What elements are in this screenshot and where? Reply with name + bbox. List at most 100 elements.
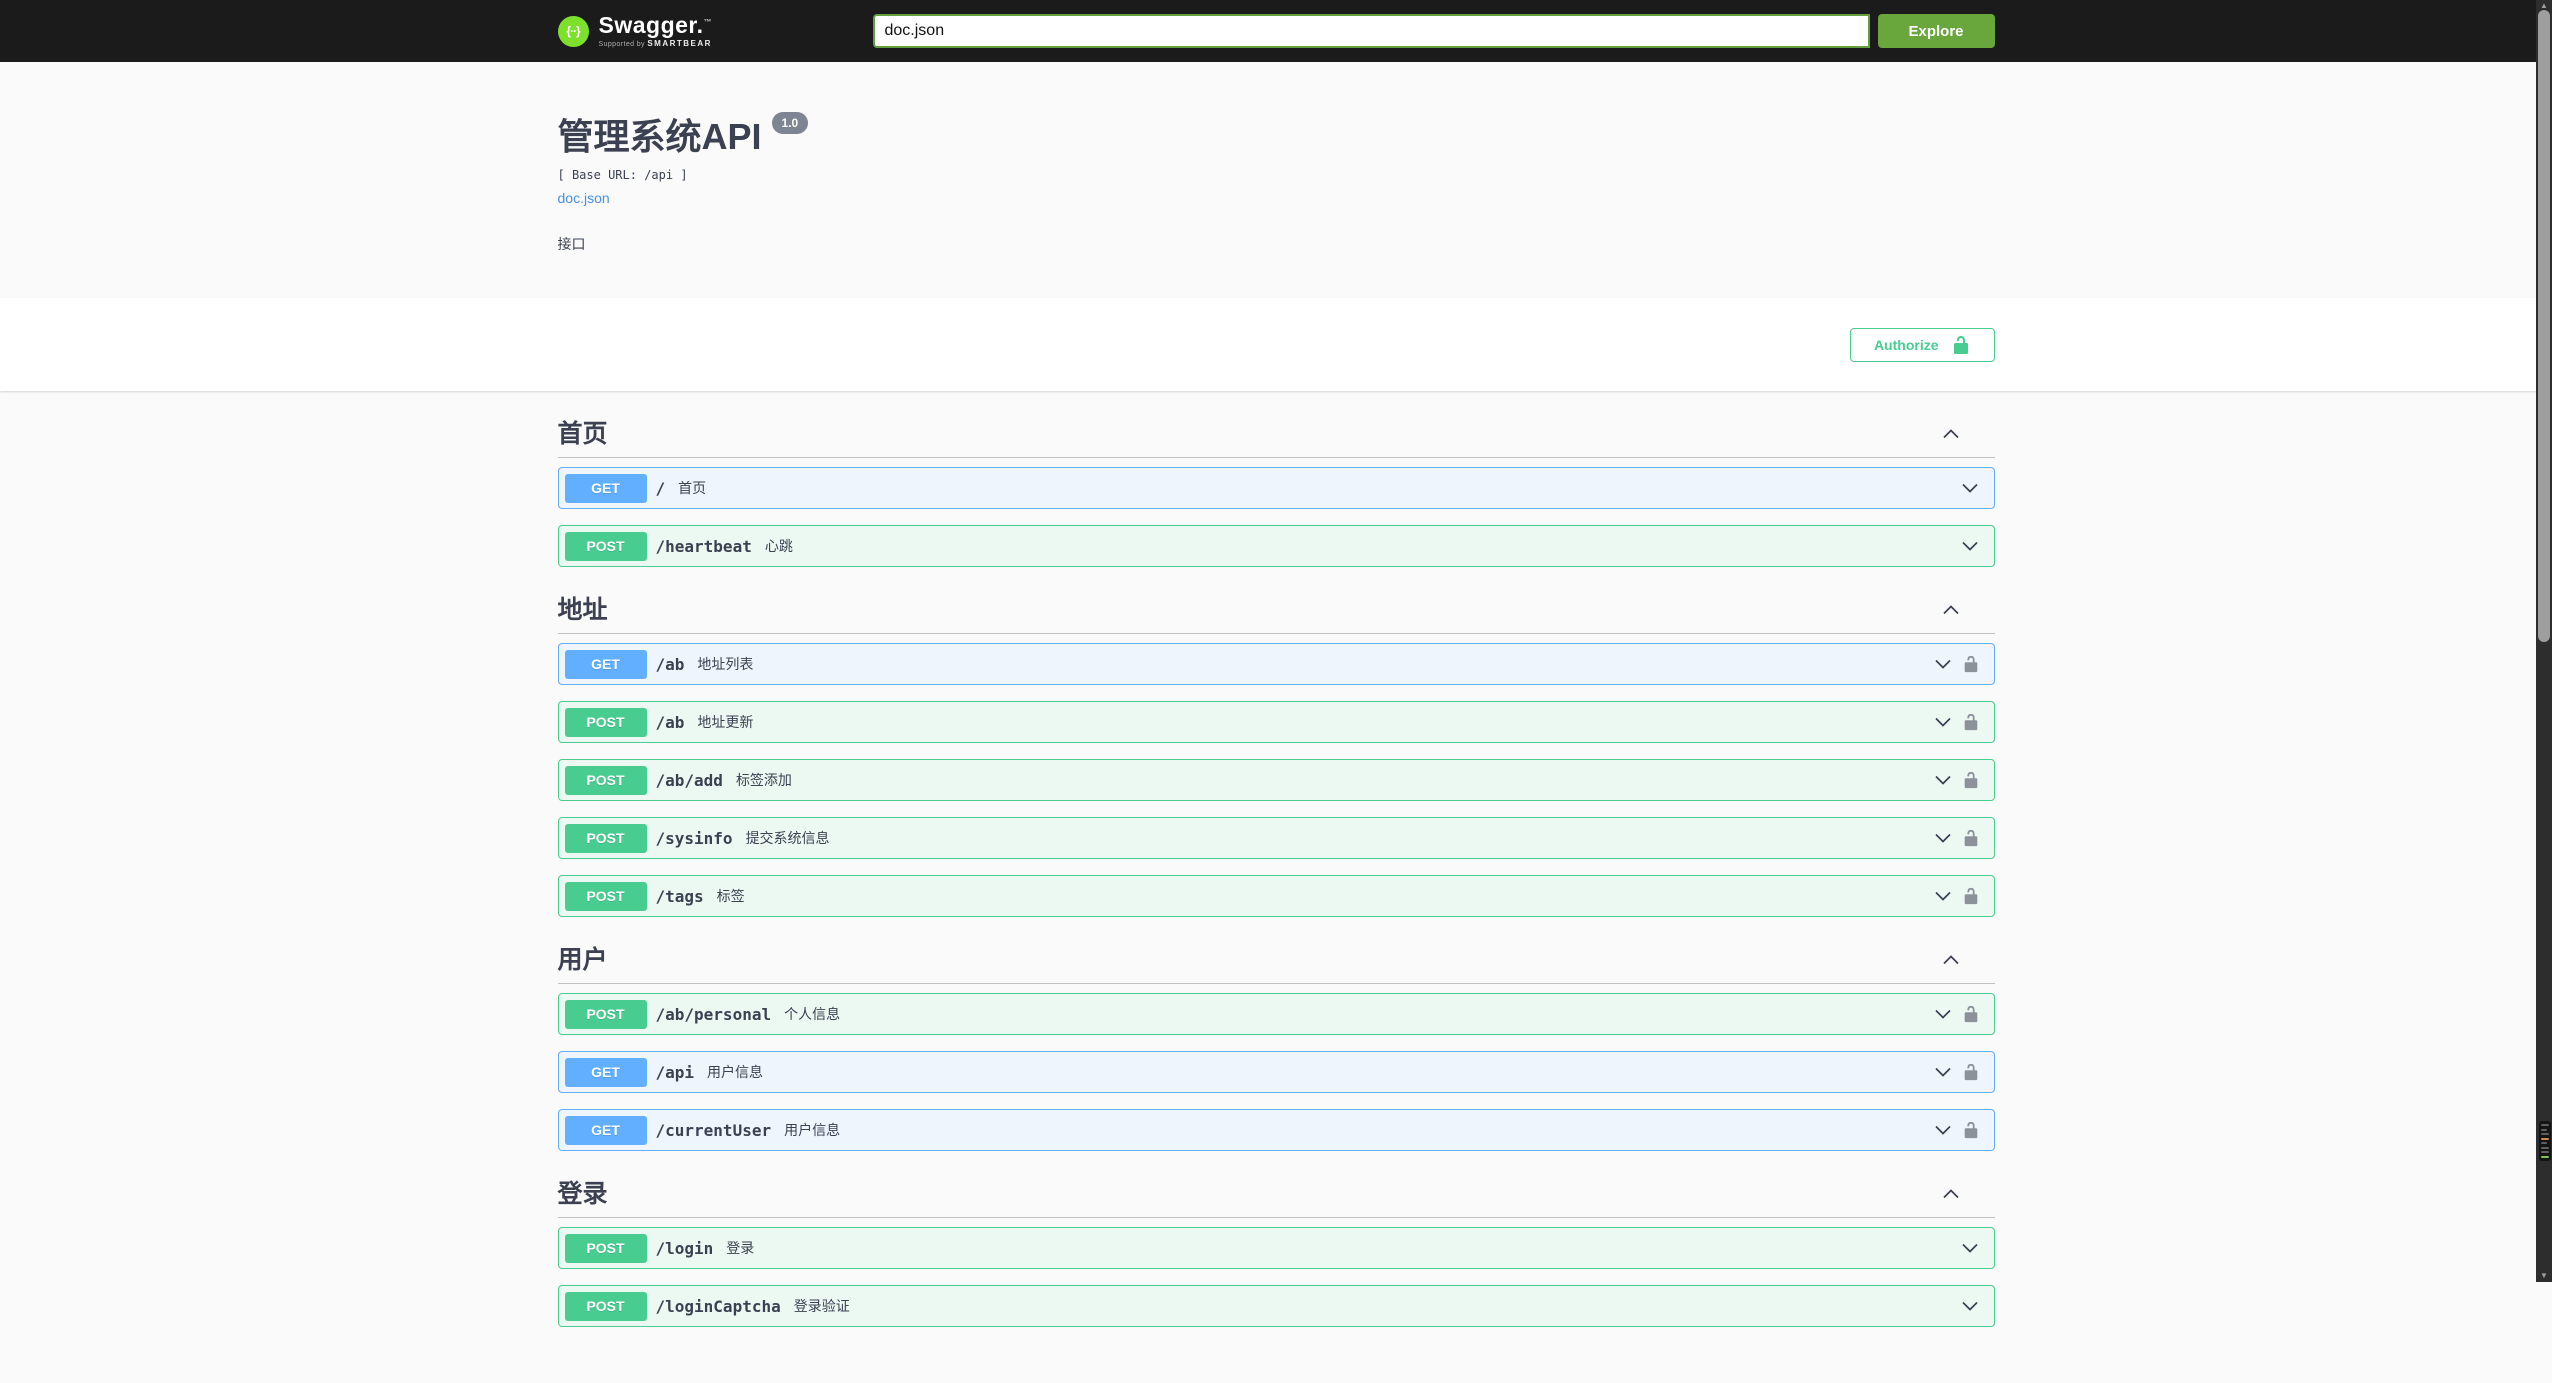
- lock-icon[interactable]: [1962, 713, 1980, 731]
- scroll-up-arrow[interactable]: ▲: [2536, 2, 2552, 10]
- swagger-logo[interactable]: {··} Swagger.™ Supported by SMARTBEAR: [557, 12, 712, 49]
- scrollbar-track[interactable]: ▲ ▼: [2536, 0, 2552, 1282]
- method-badge: POST: [564, 531, 647, 561]
- section-header[interactable]: 首页: [557, 411, 1995, 458]
- operation-path: /login: [655, 1238, 714, 1258]
- chevron-down-icon: [1960, 1296, 1980, 1316]
- operation-path: /currentUser: [655, 1120, 772, 1140]
- section-title: 用户: [557, 946, 608, 974]
- method-badge: POST: [564, 823, 647, 853]
- operation-path: /tags: [655, 886, 704, 906]
- operation-row[interactable]: POST /loginCaptcha 登录验证: [557, 1285, 1995, 1327]
- method-badge: GET: [564, 1115, 647, 1145]
- chevron-down-icon: [1933, 886, 1953, 906]
- operation-summary: 提交系统信息: [745, 830, 830, 846]
- operation-path: /heartbeat: [655, 536, 752, 556]
- topbar: {··} Swagger.™ Supported by SMARTBEAR Ex…: [0, 0, 2552, 62]
- chevron-down-icon: [1933, 770, 1953, 790]
- unlock-icon: [1951, 335, 1971, 355]
- chevron-down-icon: [1933, 1062, 1953, 1082]
- method-badge: POST: [564, 999, 647, 1029]
- operation-path: /sysinfo: [655, 828, 733, 848]
- chevron-down-icon: [1933, 828, 1953, 848]
- version-badge: 1.0: [771, 112, 809, 134]
- operation-list: POST /login 登录 POST /loginCaptcha 登录验证: [557, 1227, 1995, 1327]
- operation-row[interactable]: GET / 首页: [557, 467, 1995, 509]
- api-description: 接口: [557, 236, 586, 252]
- explore-form: Explore: [872, 0, 1995, 62]
- operation-summary: 用户信息: [707, 1064, 764, 1080]
- section-header[interactable]: 地址: [557, 587, 1995, 634]
- operation-summary: 心跳: [764, 538, 793, 554]
- method-badge: POST: [564, 881, 647, 911]
- section-header[interactable]: 用户: [557, 937, 1995, 984]
- chevron-up-icon: [1941, 1184, 1961, 1204]
- authorize-button[interactable]: Authorize: [1849, 328, 1995, 362]
- operation-list: GET / 首页 POST /heartbeat 心跳: [557, 467, 1995, 567]
- scrollbar-thumb[interactable]: [2538, 10, 2550, 642]
- method-badge: GET: [564, 1057, 647, 1087]
- operation-row[interactable]: POST /ab/add 标签添加: [557, 759, 1995, 801]
- chevron-down-icon: [1933, 1120, 1953, 1140]
- section-title: 地址: [557, 596, 608, 624]
- lock-icon[interactable]: [1962, 771, 1980, 789]
- method-badge: POST: [564, 765, 647, 795]
- chevron-down-icon: [1933, 654, 1953, 674]
- section-title: 登录: [557, 1180, 608, 1208]
- method-badge: POST: [564, 1291, 647, 1321]
- minimap-widget: [2539, 1121, 2551, 1161]
- swagger-logo-icon: {··}: [557, 15, 589, 47]
- operation-summary: 登录: [726, 1240, 755, 1256]
- page-title: 管理系统API 1.0: [558, 108, 1995, 160]
- operation-summary: 登录验证: [793, 1298, 850, 1314]
- operation-list: POST /ab/personal 个人信息 GET /api 用户信息 GET…: [557, 993, 1995, 1151]
- lock-icon[interactable]: [1962, 887, 1980, 905]
- operation-row[interactable]: POST /ab 地址更新: [557, 701, 1995, 743]
- operation-row[interactable]: POST /tags 标签: [557, 875, 1995, 917]
- operation-summary: 标签添加: [735, 772, 792, 788]
- operation-path: /ab: [655, 654, 685, 674]
- lock-icon[interactable]: [1962, 655, 1980, 673]
- lock-icon[interactable]: [1962, 1121, 1980, 1139]
- operation-row[interactable]: GET /currentUser 用户信息: [557, 1109, 1995, 1151]
- operation-summary: 地址列表: [697, 656, 754, 672]
- base-url: [ Base URL: /api ]: [557, 168, 688, 182]
- api-section: 用户 POST /ab/personal 个人信息 GET /api 用户信息 …: [557, 933, 1995, 1151]
- logo-title: Swagger.™: [598, 12, 712, 38]
- chevron-down-icon: [1933, 712, 1953, 732]
- scroll-down-arrow[interactable]: ▼: [2536, 1272, 2552, 1280]
- lock-icon[interactable]: [1962, 1005, 1980, 1023]
- operation-summary: 地址更新: [697, 714, 754, 730]
- operations: 首页 GET / 首页 POST /heartbeat 心跳 地址 GET /a…: [0, 391, 2552, 1383]
- operation-path: /loginCaptcha: [655, 1296, 781, 1316]
- operation-row[interactable]: POST /ab/personal 个人信息: [557, 993, 1995, 1035]
- explore-button[interactable]: Explore: [1877, 14, 1995, 48]
- chevron-up-icon: [1941, 600, 1961, 620]
- operation-path: /ab: [655, 712, 685, 732]
- operation-summary: 首页: [678, 480, 707, 496]
- operation-row[interactable]: POST /login 登录: [557, 1227, 1995, 1269]
- method-badge: GET: [564, 649, 647, 679]
- spec-url-input[interactable]: [872, 14, 1870, 48]
- chevron-down-icon: [1933, 1004, 1953, 1024]
- spec-link[interactable]: doc.json: [558, 190, 610, 206]
- operation-row[interactable]: GET /ab 地址列表: [557, 643, 1995, 685]
- operation-summary: 个人信息: [784, 1006, 841, 1022]
- scheme-container: Authorize: [0, 298, 2552, 391]
- operation-row[interactable]: POST /heartbeat 心跳: [557, 525, 1995, 567]
- section-header[interactable]: 登录: [557, 1171, 1995, 1218]
- lock-icon[interactable]: [1962, 1063, 1980, 1081]
- chevron-up-icon: [1941, 950, 1961, 970]
- operation-row[interactable]: GET /api 用户信息: [557, 1051, 1995, 1093]
- api-section: 首页 GET / 首页 POST /heartbeat 心跳: [557, 407, 1995, 567]
- method-badge: GET: [564, 473, 647, 503]
- lock-icon[interactable]: [1962, 829, 1980, 847]
- operation-row[interactable]: POST /sysinfo 提交系统信息: [557, 817, 1995, 859]
- operation-path: /ab/personal: [655, 1004, 772, 1024]
- chevron-down-icon: [1960, 478, 1980, 498]
- logo-subtitle: Supported by SMARTBEAR: [598, 39, 712, 49]
- section-title: 首页: [557, 420, 608, 448]
- operation-path: /api: [655, 1062, 695, 1082]
- operation-list: GET /ab 地址列表 POST /ab 地址更新 POST /ab/add …: [557, 643, 1995, 917]
- authorize-label: Authorize: [1873, 337, 1939, 353]
